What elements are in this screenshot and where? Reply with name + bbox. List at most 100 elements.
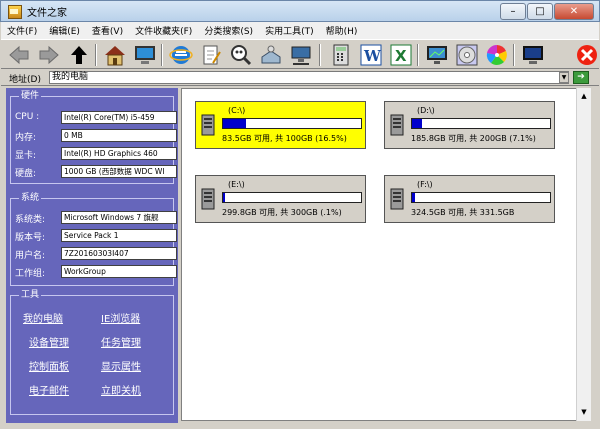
scroll-up-icon[interactable]: ▲ (577, 89, 591, 103)
system-group: 系统 系统类: Microsoft Windows 7 旗舰 版本号: Serv… (10, 193, 177, 286)
folder-app-icon (7, 4, 22, 19)
drive-d-usage-fill (412, 119, 422, 128)
hardware-row-cpu: CPU : Intel(R) Core(TM) i5-459 (15, 111, 179, 124)
drive-e-usage-bar (222, 192, 362, 203)
memory-field[interactable]: 0 MB (61, 129, 177, 142)
address-bar: 地址(D) 我的电脑 ▼ ➔ (1, 69, 599, 86)
hardware-group: 硬件 CPU : Intel(R) Core(TM) i5-459 内存: 0 … (10, 91, 177, 184)
disk-label: 硬盘: (15, 169, 37, 179)
drive-e[interactable]: (E:\) 299.8GB 可用, 共 300GB (.1%) (195, 175, 366, 223)
user-label: 用户名: (15, 251, 46, 261)
workgroup-field[interactable]: WorkGroup (61, 265, 177, 278)
title-bar: 文件之家 – □ ✕ (0, 0, 600, 22)
drive-f[interactable]: (F:\) 324.5GB 可用, 共 331.5GB (384, 175, 555, 223)
address-input[interactable]: 我的电脑 (49, 71, 569, 84)
up-arrow-icon[interactable] (67, 43, 91, 67)
display-icon[interactable] (521, 43, 545, 67)
cd-icon[interactable] (455, 43, 479, 67)
drive-c-letter: (C:\) (228, 106, 246, 115)
drives-panel: (C:\) 83.5GB 可用, 共 100GB (16.5%) (D:\) 1… (181, 88, 591, 421)
drive-c-usage-fill (223, 119, 246, 128)
tool-shutdown-link[interactable]: 立即关机 (101, 382, 141, 397)
workgroup-label: 工作组: (15, 269, 46, 279)
drive-c-info: 83.5GB 可用, 共 100GB (16.5%) (222, 134, 347, 143)
tool-control-panel-link[interactable]: 控制面板 (29, 358, 69, 373)
maximize-button[interactable]: □ (527, 3, 553, 20)
menu-favorites[interactable]: 文件收藏夹(F) (129, 24, 198, 37)
cpu-field[interactable]: Intel(R) Core(TM) i5-459 (61, 111, 177, 124)
gpu-label: 显卡: (15, 151, 37, 161)
menu-help[interactable]: 帮助(H) (320, 24, 364, 37)
menu-search[interactable]: 分类搜索(S) (198, 24, 259, 37)
window-title: 文件之家 (27, 7, 67, 19)
drive-f-usage-fill (412, 193, 415, 202)
word-icon[interactable]: W (359, 43, 383, 67)
version-label: 版本号: (15, 233, 46, 243)
address-dropdown-icon[interactable]: ▼ (559, 72, 569, 83)
cpu-label: CPU : (15, 112, 40, 122)
home-icon[interactable] (103, 43, 127, 67)
drive-f-usage-bar (411, 192, 551, 203)
hardware-row-disk: 硬盘: 1000 GB (西部数据 WDC WI (15, 165, 179, 179)
drive-d[interactable]: (D:\) 185.8GB 可用, 共 200GB (7.1%) (384, 101, 555, 149)
excel-icon[interactable]: X (389, 43, 413, 67)
hardware-row-gpu: 显卡: Intel(R) HD Graphics 460 (15, 147, 179, 161)
tools-title: 工具 (19, 290, 42, 300)
forward-arrow-icon[interactable] (37, 43, 61, 67)
system-row-os: 系统类: Microsoft Windows 7 旗舰 (15, 211, 179, 225)
window-controls: – □ ✕ (500, 3, 594, 20)
computer-icon[interactable] (133, 43, 157, 67)
drive-icon[interactable] (259, 43, 283, 67)
color-wheel-icon[interactable] (485, 43, 509, 67)
close-button[interactable]: ✕ (554, 3, 594, 20)
drive-d-usage-bar (411, 118, 551, 129)
network-icon[interactable] (289, 43, 313, 67)
tools-group: 工具 我的电脑 IE浏览器 设备管理 任务管理 控制面板 显示属性 电子邮件 立… (10, 290, 174, 415)
tool-my-computer-link[interactable]: 我的电脑 (23, 310, 63, 325)
scroll-down-icon[interactable]: ▼ (577, 405, 591, 419)
exit-icon[interactable] (575, 43, 599, 67)
gpu-field[interactable]: Intel(R) HD Graphics 460 (61, 147, 177, 160)
menu-view[interactable]: 查看(V) (86, 24, 129, 37)
drive-c-icon (201, 114, 215, 136)
drive-e-info: 299.8GB 可用, 共 300GB (.1%) (222, 208, 342, 217)
tool-device-manager-link[interactable]: 设备管理 (29, 334, 69, 349)
drive-e-letter: (E:\) (228, 180, 245, 189)
drive-f-letter: (F:\) (417, 180, 433, 189)
tool-ie-browser-link[interactable]: IE浏览器 (101, 310, 140, 325)
disk-field[interactable]: 1000 GB (西部数据 WDC WI (61, 165, 177, 178)
svg-text:X: X (395, 47, 407, 65)
drive-d-letter: (D:\) (417, 106, 435, 115)
drive-d-icon (390, 114, 404, 136)
tool-task-manager-link[interactable]: 任务管理 (101, 334, 141, 349)
back-arrow-icon[interactable] (7, 43, 31, 67)
menu-bar: 文件(F) 编辑(E) 查看(V) 文件收藏夹(F) 分类搜索(S) 实用工具(… (1, 22, 599, 39)
monitor-icon[interactable] (425, 43, 449, 67)
os-field[interactable]: Microsoft Windows 7 旗舰 (61, 211, 177, 224)
notepad-icon[interactable] (199, 43, 223, 67)
drive-c-usage-bar (222, 118, 362, 129)
system-title: 系统 (19, 193, 42, 203)
user-field[interactable]: 7Z20160303I407 (61, 247, 177, 260)
minimize-button[interactable]: – (500, 3, 526, 20)
drive-c[interactable]: (C:\) 83.5GB 可用, 共 100GB (16.5%) (195, 101, 366, 149)
vertical-scrollbar[interactable]: ▲ ▼ (576, 88, 591, 421)
os-label: 系统类: (15, 215, 46, 225)
tool-email-link[interactable]: 电子邮件 (29, 382, 69, 397)
menu-file[interactable]: 文件(F) (1, 24, 43, 37)
calculator-icon[interactable] (329, 43, 353, 67)
menu-tools[interactable]: 实用工具(T) (259, 24, 320, 37)
drive-f-info: 324.5GB 可用, 共 331.5GB (411, 208, 515, 217)
info-sidebar: 硬件 CPU : Intel(R) Core(TM) i5-459 内存: 0 … (6, 88, 178, 423)
version-field[interactable]: Service Pack 1 (61, 229, 177, 242)
system-row-version: 版本号: Service Pack 1 (15, 229, 179, 243)
system-row-user: 用户名: 7Z20160303I407 (15, 247, 179, 261)
search-magnifier-icon[interactable] (229, 43, 253, 67)
system-row-workgroup: 工作组: WorkGroup (15, 265, 179, 279)
go-arrow-icon[interactable]: ➔ (573, 71, 589, 84)
toolbar: W X (1, 39, 599, 69)
ie-icon[interactable] (169, 43, 193, 67)
drive-f-icon (390, 188, 404, 210)
menu-edit[interactable]: 编辑(E) (43, 24, 86, 37)
tool-display-properties-link[interactable]: 显示属性 (101, 358, 141, 373)
